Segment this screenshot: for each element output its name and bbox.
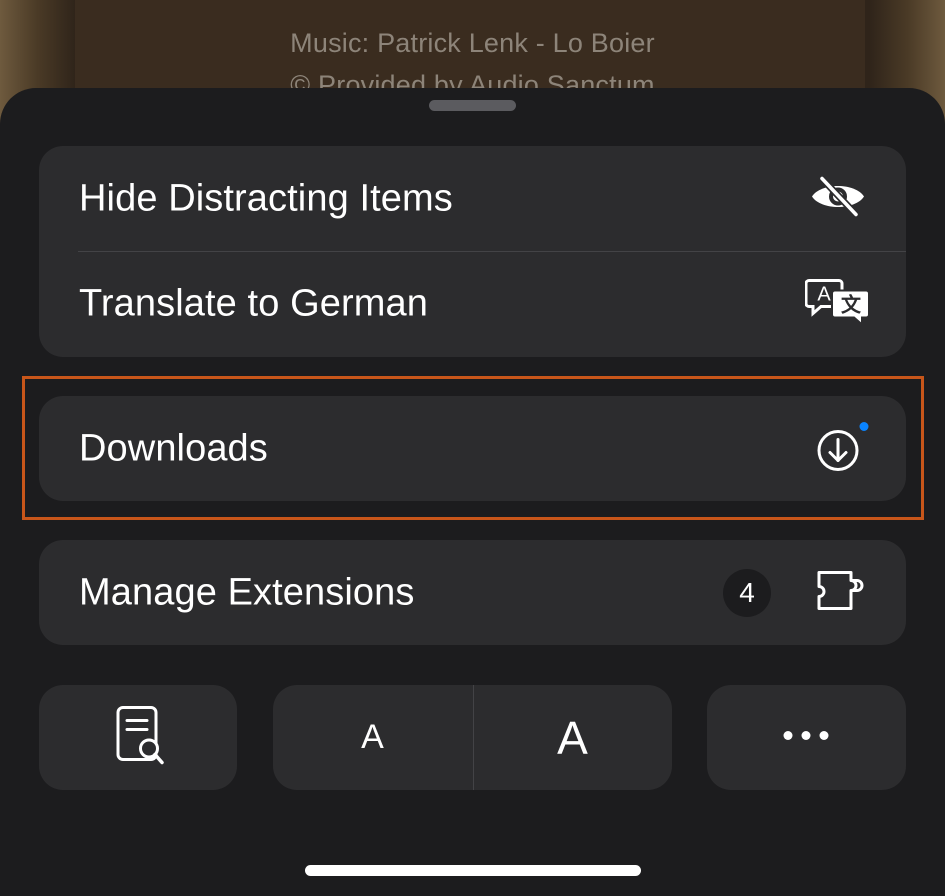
puzzle-icon <box>814 569 868 616</box>
more-options-button[interactable] <box>707 685 906 790</box>
hide-distracting-items-button[interactable]: Hide Distracting Items <box>39 146 906 251</box>
decrease-font-button[interactable]: A <box>273 685 472 790</box>
translate-button[interactable]: Translate to German A 文 <box>39 251 906 356</box>
translate-label: Translate to German <box>79 282 428 324</box>
svg-text:文: 文 <box>841 292 862 316</box>
ellipsis-icon <box>781 728 831 747</box>
svg-text:A: A <box>817 283 831 305</box>
page-menu-sheet: Hide Distracting Items Translate to Germ… <box>0 88 945 896</box>
font-size-control: A A <box>273 685 672 790</box>
screen: Music: Patrick Lenk - Lo Boier © Provide… <box>0 0 945 896</box>
background-credit-music: Music: Patrick Lenk - Lo Boier <box>290 28 655 58</box>
manage-extensions-button[interactable]: Manage Extensions 4 <box>39 540 906 645</box>
document-search-icon <box>115 704 165 771</box>
extensions-count-badge: 4 <box>723 568 771 617</box>
manage-extensions-label: Manage Extensions <box>79 571 415 613</box>
increase-font-label: A <box>557 711 588 764</box>
sheet-grabber[interactable] <box>429 100 516 111</box>
menu-group-page-tools: Hide Distracting Items Translate to Germ… <box>39 146 906 357</box>
translate-icon: A 文 <box>804 276 871 331</box>
decrease-font-label: A <box>361 718 384 756</box>
downloads-highlight-frame <box>22 376 924 520</box>
hide-distracting-items-label: Hide Distracting Items <box>79 177 453 219</box>
menu-group-extensions: Manage Extensions 4 <box>39 540 906 645</box>
increase-font-button[interactable]: A <box>473 685 672 790</box>
reader-search-button[interactable] <box>39 685 237 790</box>
eye-slash-icon <box>809 174 867 221</box>
home-indicator[interactable] <box>305 865 641 876</box>
